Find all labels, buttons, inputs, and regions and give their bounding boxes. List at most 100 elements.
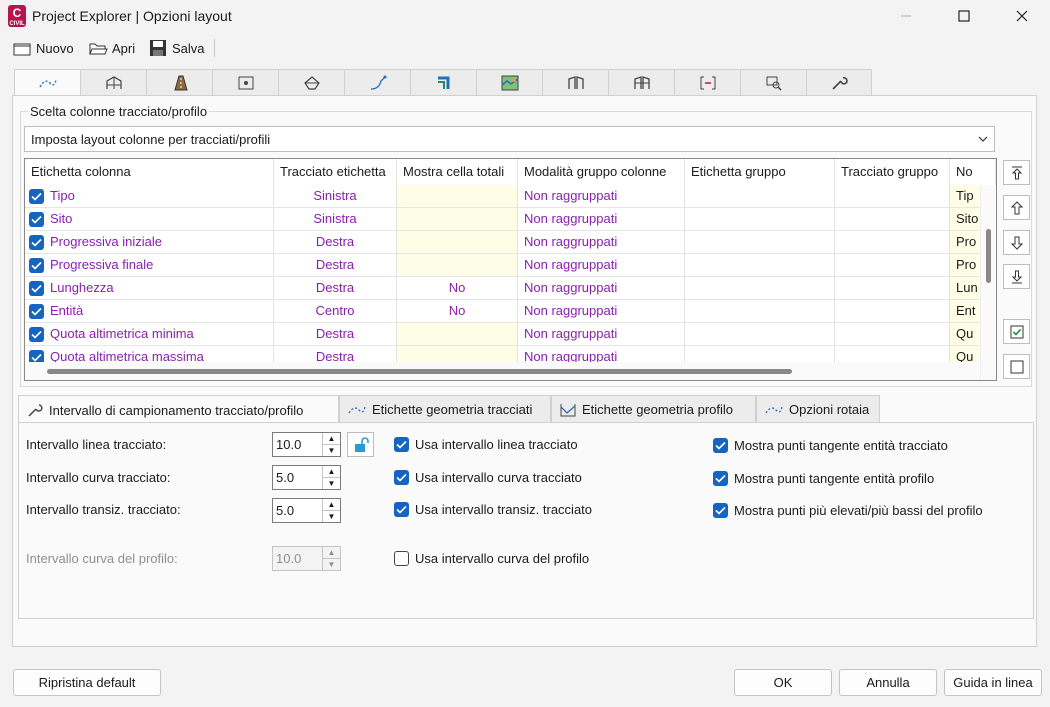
tab-surface[interactable] <box>278 69 344 96</box>
curve-interval-spinner[interactable]: 5.0 ▲ ▼ <box>272 465 341 490</box>
checkbox-checked-icon[interactable] <box>713 438 728 453</box>
group-align-cell[interactable] <box>835 185 950 207</box>
column-label-cell[interactable]: Lunghezza <box>25 277 274 299</box>
checkbox-checked-icon[interactable] <box>29 188 44 204</box>
checkbox-checked-icon[interactable] <box>29 257 44 273</box>
table-row[interactable]: Sito Sinistra Non raggruppati Sito <box>25 208 996 231</box>
group-label-cell[interactable] <box>685 254 835 276</box>
line-interval-spinner[interactable]: 10.0 ▲ ▼ <box>272 432 341 457</box>
close-button[interactable] <box>998 0 1046 32</box>
move-top-button[interactable] <box>1003 160 1030 185</box>
table-row[interactable]: Entità Centro No Non raggruppati Ent <box>25 300 996 323</box>
group-align-cell[interactable] <box>835 277 950 299</box>
group-mode-cell[interactable]: Non raggruppati <box>518 300 685 322</box>
column-label-cell[interactable]: Tipo <box>25 185 274 207</box>
checkbox-checked-icon[interactable] <box>29 211 44 227</box>
spin-down-icon[interactable]: ▼ <box>323 444 340 456</box>
maximize-button[interactable] <box>940 0 988 32</box>
tab-rail-options[interactable]: Opzioni rotaia <box>756 395 880 423</box>
label-align-cell[interactable]: Sinistra <box>274 208 397 230</box>
help-button[interactable]: Guida in linea <box>944 669 1042 696</box>
group-mode-cell[interactable]: Non raggruppati <box>518 231 685 253</box>
header-align[interactable]: Tracciato etichetta <box>274 159 397 185</box>
unlock-button[interactable] <box>347 432 374 457</box>
group-align-cell[interactable] <box>835 300 950 322</box>
use-spiral-interval-checkbox[interactable]: Usa intervallo transiz. tracciato <box>394 502 592 517</box>
tab-search[interactable] <box>740 69 806 96</box>
column-label-cell[interactable]: Quota altimetrica minima <box>25 323 274 345</box>
vertical-scroll-thumb[interactable] <box>986 229 991 283</box>
group-label-cell[interactable] <box>685 300 835 322</box>
horizontal-scroll-thumb[interactable] <box>47 369 792 374</box>
show-profile-tangent-checkbox[interactable]: Mostra punti tangente entità profilo <box>713 471 934 486</box>
group-align-cell[interactable] <box>835 323 950 345</box>
column-label-cell[interactable]: Progressiva finale <box>25 254 274 276</box>
group-align-cell[interactable] <box>835 231 950 253</box>
tab-section[interactable] <box>212 69 278 96</box>
column-label-cell[interactable]: Entità <box>25 300 274 322</box>
open-button[interactable]: Apri <box>88 37 135 59</box>
spiral-interval-value[interactable]: 5.0 <box>273 499 322 522</box>
header-totals[interactable]: Mostra cella totali <box>397 159 518 185</box>
spin-up-icon[interactable]: ▲ <box>323 499 340 510</box>
group-mode-cell[interactable]: Non raggruppati <box>518 185 685 207</box>
header-extra[interactable]: No <box>950 159 996 185</box>
tab-sampling[interactable]: Intervallo di campionamento tracciato/pr… <box>18 395 339 424</box>
group-mode-cell[interactable]: Non raggruppati <box>518 323 685 345</box>
column-label-cell[interactable]: Sito <box>25 208 274 230</box>
grid-horizontal-scrollbar[interactable] <box>25 362 980 380</box>
label-align-cell[interactable]: Destra <box>274 231 397 253</box>
checkbox-empty-icon[interactable] <box>394 551 409 566</box>
totals-cell[interactable] <box>397 323 518 345</box>
move-up-button[interactable] <box>1003 195 1030 220</box>
checkbox-checked-icon[interactable] <box>713 471 728 486</box>
show-high-low-checkbox[interactable]: Mostra punti più elevati/più bassi del p… <box>713 503 983 518</box>
tab-map[interactable] <box>476 69 542 96</box>
checkbox-checked-icon[interactable] <box>29 280 44 296</box>
group-mode-cell[interactable]: Non raggruppati <box>518 208 685 230</box>
column-grid[interactable]: Etichetta colonna Tracciato etichetta Mo… <box>24 158 997 381</box>
layout-combo[interactable]: Imposta layout colonne per tracciati/pro… <box>24 126 995 152</box>
tab-assembly[interactable] <box>608 69 674 96</box>
totals-cell[interactable]: No <box>397 300 518 322</box>
label-align-cell[interactable]: Destra <box>274 277 397 299</box>
reset-defaults-button[interactable]: Ripristina default <box>13 669 161 696</box>
curve-interval-value[interactable]: 5.0 <box>273 466 322 489</box>
spin-down-icon[interactable]: ▼ <box>323 477 340 489</box>
header-group-label[interactable]: Etichetta gruppo <box>685 159 835 185</box>
line-interval-value[interactable]: 10.0 <box>273 433 322 456</box>
group-label-cell[interactable] <box>685 231 835 253</box>
minimize-button[interactable] <box>882 0 930 32</box>
group-mode-cell[interactable]: Non raggruppati <box>518 254 685 276</box>
spin-up-icon[interactable]: ▲ <box>323 433 340 444</box>
use-line-interval-checkbox[interactable]: Usa intervallo linea tracciato <box>394 437 578 452</box>
tab-bridge[interactable] <box>80 69 146 96</box>
table-row[interactable]: Lunghezza Destra No Non raggruppati Lun <box>25 277 996 300</box>
header-label[interactable]: Etichetta colonna <box>25 159 274 185</box>
check-all-button[interactable] <box>1003 319 1030 344</box>
totals-cell[interactable] <box>397 208 518 230</box>
checkbox-checked-icon[interactable] <box>713 503 728 518</box>
column-label-cell[interactable]: Progressiva iniziale <box>25 231 274 253</box>
checkbox-checked-icon[interactable] <box>29 234 44 250</box>
show-alignment-tangent-checkbox[interactable]: Mostra punti tangente entità tracciato <box>713 438 948 453</box>
totals-cell[interactable] <box>397 231 518 253</box>
checkbox-checked-icon[interactable] <box>29 303 44 319</box>
spin-down-icon[interactable]: ▼ <box>323 510 340 522</box>
checkbox-checked-icon[interactable] <box>394 502 409 517</box>
checkbox-checked-icon[interactable] <box>394 470 409 485</box>
move-down-button[interactable] <box>1003 230 1030 255</box>
tab-corridor[interactable] <box>542 69 608 96</box>
tab-profile[interactable] <box>344 69 410 96</box>
totals-cell[interactable]: No <box>397 277 518 299</box>
ok-button[interactable]: OK <box>734 669 832 696</box>
group-label-cell[interactable] <box>685 277 835 299</box>
header-group-mode[interactable]: Modalità gruppo colonne <box>518 159 685 185</box>
table-row[interactable]: Progressiva iniziale Destra Non raggruppat… <box>25 231 996 254</box>
tab-profile-labels[interactable]: Etichette geometria profilo <box>551 395 756 423</box>
use-curve-interval-checkbox[interactable]: Usa intervallo curva tracciato <box>394 470 582 485</box>
tab-road[interactable] <box>146 69 212 96</box>
group-label-cell[interactable] <box>685 185 835 207</box>
tab-alignment-labels[interactable]: Etichette geometria tracciati <box>339 395 551 423</box>
checkbox-checked-icon[interactable] <box>29 326 44 342</box>
